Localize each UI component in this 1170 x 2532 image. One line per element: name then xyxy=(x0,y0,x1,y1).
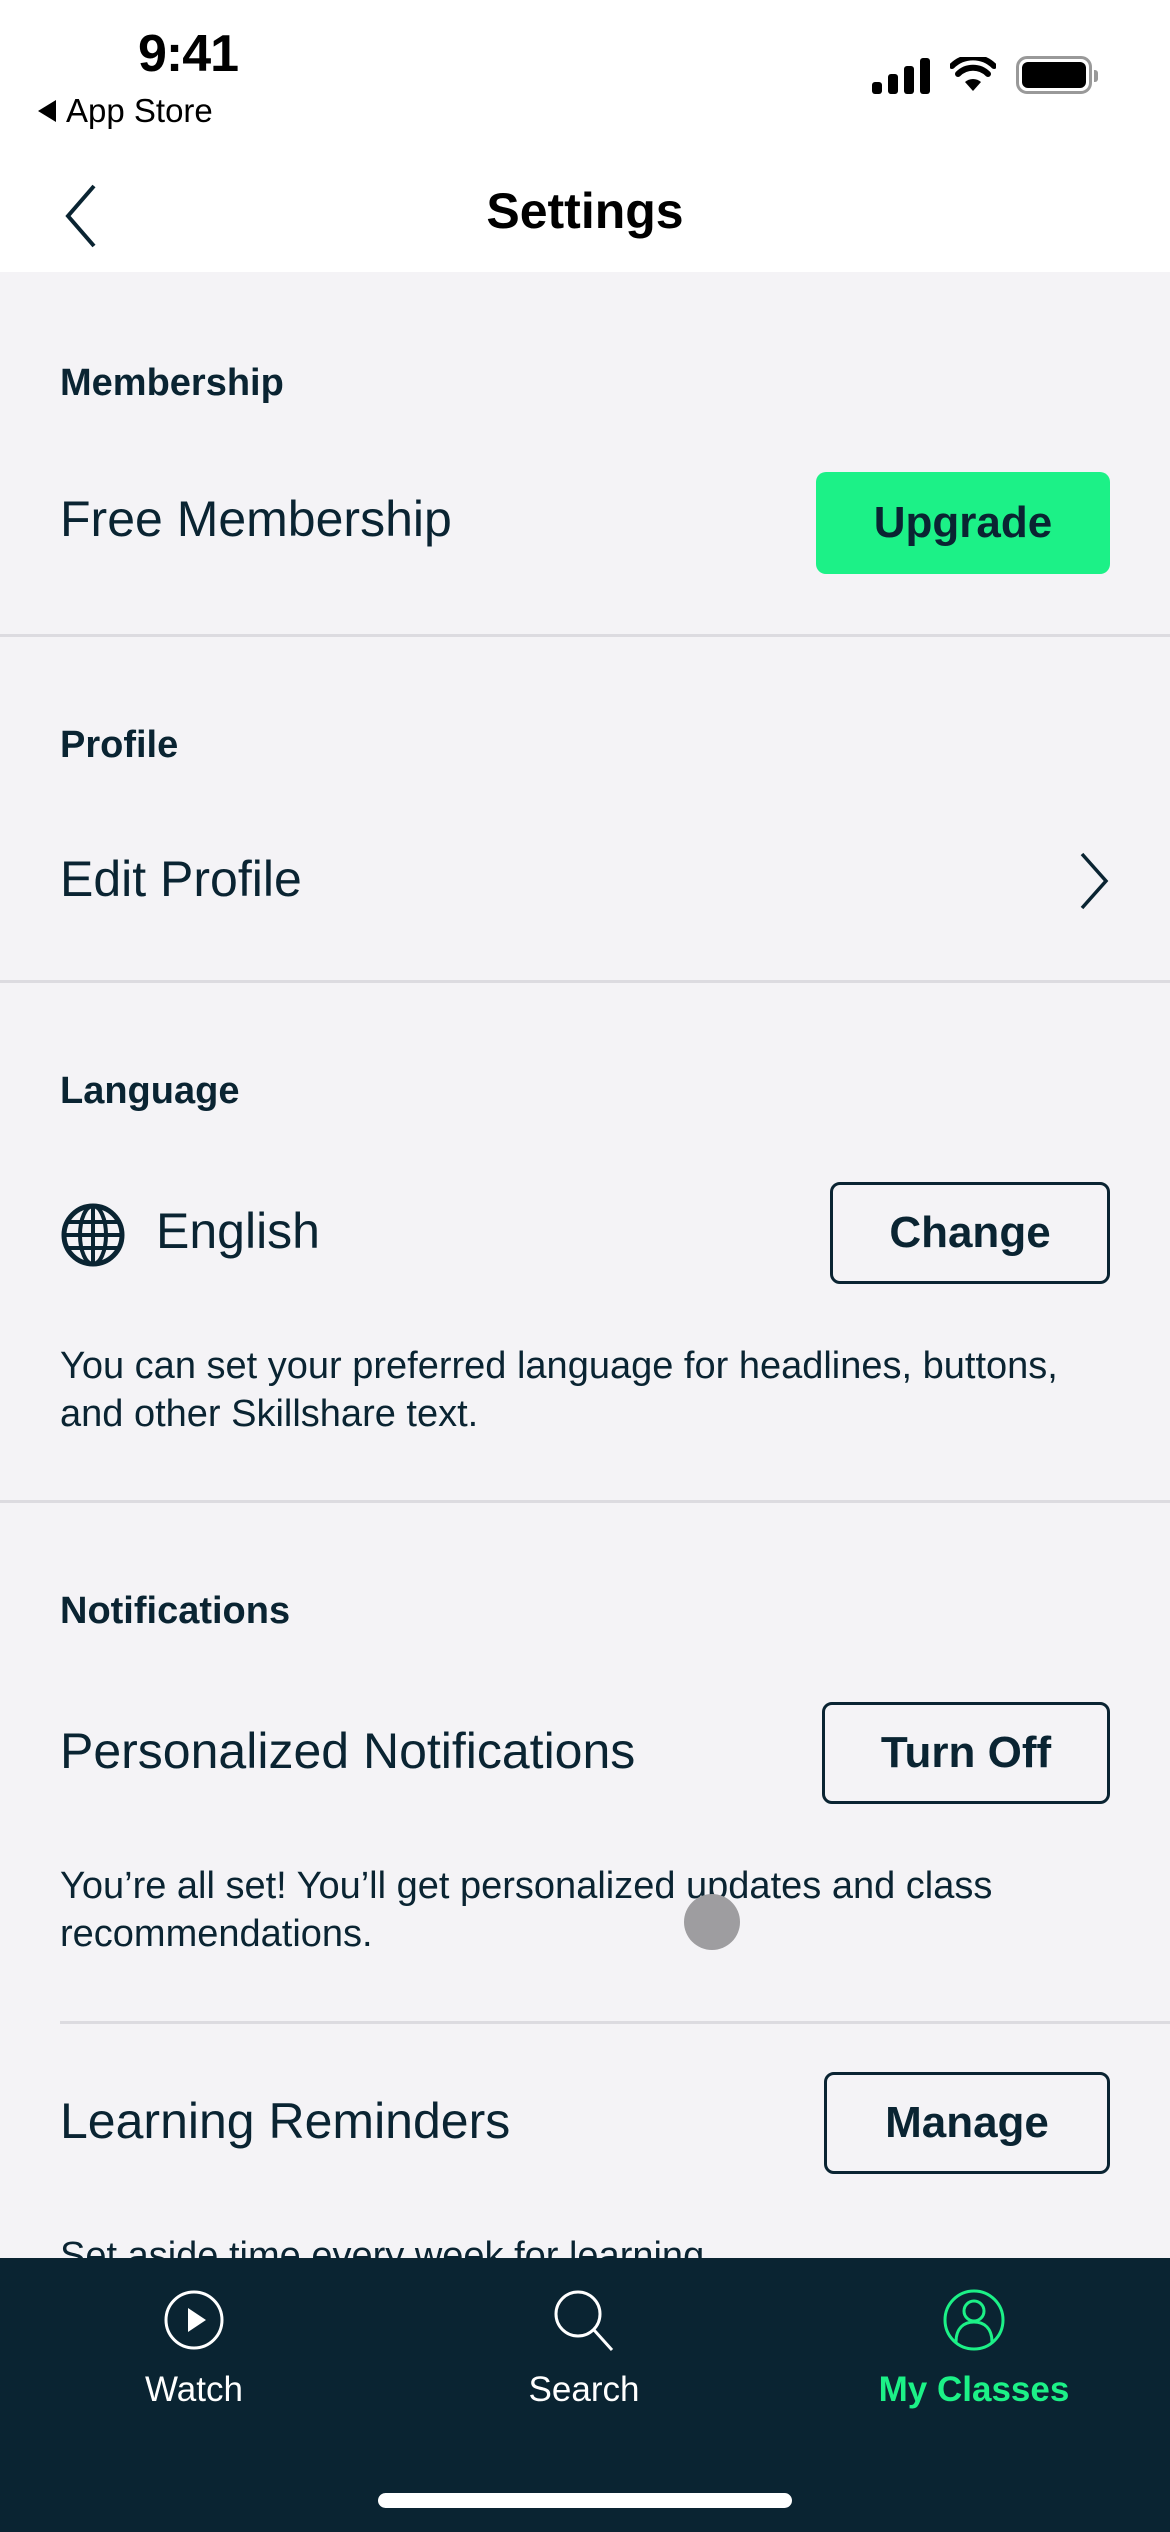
divider xyxy=(0,980,1170,983)
page-title: Settings xyxy=(486,183,684,239)
touch-indicator xyxy=(684,1894,740,1950)
language-description: You can set your preferred language for … xyxy=(60,1345,1058,1435)
tab-my-classes[interactable]: My Classes xyxy=(824,2288,1124,2410)
divider xyxy=(0,634,1170,637)
personalized-notifications-description: You’re all set! You’ll get personalized … xyxy=(60,1865,993,1955)
section-title-membership: Membership xyxy=(60,362,284,404)
section-title-language: Language xyxy=(60,1070,240,1112)
nav-bar: Settings xyxy=(0,160,1170,272)
chevron-right-icon[interactable] xyxy=(1074,850,1114,912)
battery-icon xyxy=(1016,56,1098,94)
personalized-notifications-label: Personalized Notifications xyxy=(60,1723,636,1779)
divider xyxy=(60,2021,1170,2024)
edit-profile-row[interactable]: Edit Profile xyxy=(60,850,302,908)
divider xyxy=(0,1500,1170,1503)
back-triangle-icon xyxy=(38,100,56,122)
back-to-app-store-link[interactable]: App Store xyxy=(38,92,213,130)
turn-off-notifications-button[interactable]: Turn Off xyxy=(822,1702,1110,1804)
tab-search[interactable]: Search xyxy=(434,2288,734,2410)
tab-bar: Watch Search My Classes xyxy=(0,2258,1170,2532)
user-circle-icon xyxy=(943,2289,1005,2351)
status-bar: 9:41 App Store xyxy=(0,0,1170,160)
membership-status-label: Free Membership xyxy=(60,491,452,547)
upgrade-button[interactable]: Upgrade xyxy=(816,472,1110,574)
learning-reminders-description: Set aside time every week for learning xyxy=(60,2235,705,2258)
home-indicator[interactable] xyxy=(378,2493,792,2508)
wifi-icon xyxy=(950,57,996,91)
back-app-label: App Store xyxy=(66,92,213,129)
globe-icon xyxy=(61,1203,125,1267)
learning-reminders-label: Learning Reminders xyxy=(60,2093,511,2149)
status-time: 9:41 xyxy=(138,25,239,83)
settings-content[interactable]: Membership Free Membership Upgrade Profi… xyxy=(0,272,1170,2258)
manage-reminders-button[interactable]: Manage xyxy=(824,2072,1110,2174)
tab-my-classes-label: My Classes xyxy=(878,2370,1070,2409)
current-language-label: English xyxy=(156,1203,320,1259)
signal-icon xyxy=(872,56,930,94)
change-language-button[interactable]: Change xyxy=(830,1182,1110,1284)
play-circle-icon xyxy=(164,2290,224,2350)
tab-watch[interactable]: Watch xyxy=(44,2288,344,2410)
section-title-notifications: Notifications xyxy=(60,1590,291,1632)
search-icon xyxy=(554,2290,614,2352)
tab-watch-label: Watch xyxy=(145,2370,243,2409)
tab-search-label: Search xyxy=(528,2370,640,2409)
status-icons xyxy=(872,56,1098,94)
section-title-profile: Profile xyxy=(60,724,179,766)
